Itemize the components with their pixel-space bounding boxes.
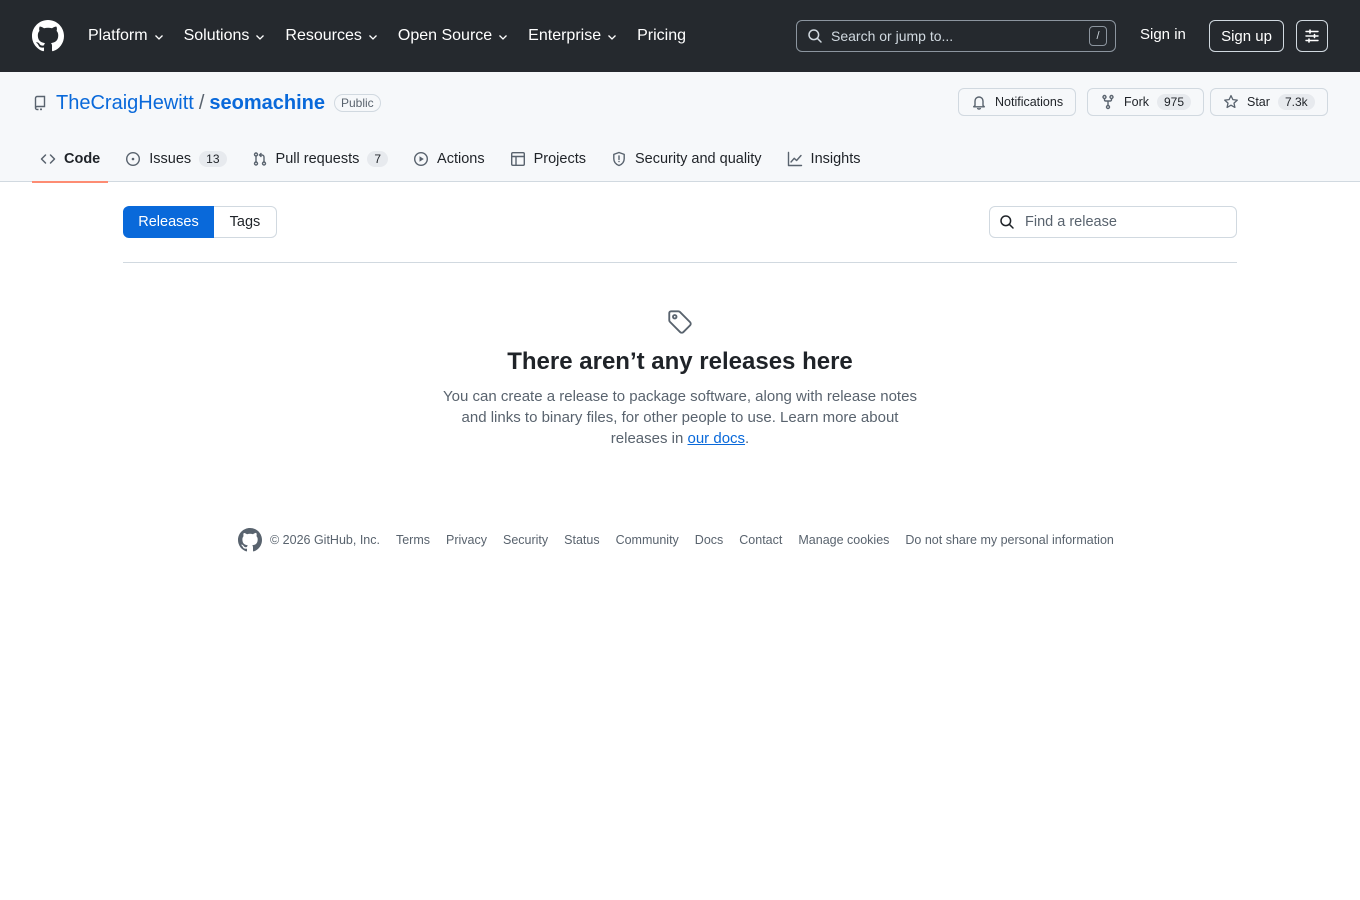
sign-in-link[interactable]: Sign in [1140,26,1186,43]
graph-icon [787,151,802,167]
nav-solutions[interactable]: Solutions [184,27,267,45]
tab-code-label: Code [64,151,101,167]
footer-link-manage-cookies[interactable]: Manage cookies [798,533,889,547]
blank-state: There aren’t any releases here You can c… [0,308,1360,449]
repo-tabs: Code Issues 13 Pull requests 7 Actions P… [32,136,878,183]
menu-button[interactable] [1296,20,1328,52]
nav-resources[interactable]: Resources [285,27,378,45]
pull-request-icon [253,152,266,166]
footer-link-security[interactable]: Security [503,533,548,547]
tags-tab-button[interactable]: Tags [214,206,277,238]
fork-icon [1102,94,1114,110]
blank-state-description: You can create a release to package soft… [440,386,920,449]
github-mark-icon[interactable] [238,528,262,552]
tab-issues-label: Issues [149,151,192,167]
blank-state-text: You can create a release to package soft… [443,388,917,447]
nav-platform[interactable]: Platform [88,27,165,45]
footer-link-terms[interactable]: Terms [396,533,430,547]
footer-link-docs[interactable]: Docs [695,533,723,547]
star-count: 7.3k [1277,94,1315,110]
chevron-down-icon [368,35,377,40]
tab-insights[interactable]: Insights [779,136,869,182]
code-icon [40,154,56,164]
footer: © 2026 GitHub, Inc. Terms Privacy Securi… [238,528,1130,552]
fork-button[interactable]: Fork 975 [1087,88,1205,116]
nav-enterprise[interactable]: Enterprise [528,27,618,45]
notifications-button[interactable]: Notifications [958,88,1077,116]
footer-link-do-not-share[interactable]: Do not share my personal information [905,533,1113,547]
top-nav: Platform Solutions Resources Open Source… [88,0,705,72]
divider [123,262,1237,263]
tab-actions-label: Actions [437,151,485,167]
table-icon [510,152,525,167]
find-release-input[interactable]: Find a release [989,206,1237,238]
fork-label: Fork [1124,95,1149,109]
chevron-down-icon [499,35,508,40]
shield-icon [613,151,625,167]
repo-owner-link[interactable]: TheCraigHewitt [56,92,194,115]
footer-link-status[interactable]: Status [564,533,599,547]
search-placeholder: Search or jump to... [831,28,954,44]
tab-projects[interactable]: Projects [502,136,594,182]
star-icon [1224,94,1238,109]
search-icon [1000,215,1014,229]
notifications-label: Notifications [995,95,1064,109]
tab-security-label: Security and quality [635,151,762,167]
blank-state-period: . [745,430,750,447]
docs-link[interactable]: our docs [688,430,746,447]
blank-state-title: There aren’t any releases here [507,348,853,375]
pull-requests-count: 7 [367,151,389,167]
chevron-down-icon [154,35,163,40]
tab-projects-label: Projects [533,151,586,167]
releases-tab-button[interactable]: Releases [123,206,214,238]
tab-pull-requests[interactable]: Pull requests 7 [244,136,397,182]
global-header: Platform Solutions Resources Open Source… [0,0,1360,72]
search-input[interactable]: Search or jump to... / [796,20,1116,52]
repo-name-link[interactable]: seomachine [209,92,325,115]
star-button[interactable]: Star 7.3k [1210,88,1328,116]
repo-icon [34,95,46,111]
tab-code[interactable]: Code [32,136,109,183]
footer-link-contact[interactable]: Contact [739,533,782,547]
footer-copyright: © 2026 GitHub, Inc. [270,533,380,547]
tab-issues[interactable]: Issues 13 [117,136,234,182]
github-logo-icon[interactable] [32,20,64,52]
nav-pricing[interactable]: Pricing [637,27,686,45]
repo-header: TheCraigHewitt / seomachine Public Notif… [0,72,1360,183]
footer-link-privacy[interactable]: Privacy [446,533,487,547]
chevron-down-icon [608,35,617,40]
nav-open-source[interactable]: Open Source [398,27,509,45]
releases-tags-toggle: Releases Tags [123,206,277,238]
play-icon [414,151,429,167]
tab-actions[interactable]: Actions [405,136,493,182]
issues-count: 13 [199,151,227,167]
tag-icon [668,310,692,334]
footer-link-community[interactable]: Community [616,533,679,547]
search-icon [808,29,822,43]
visibility-badge: Public [334,94,381,112]
bell-icon [973,96,985,110]
repo-title: TheCraigHewitt / seomachine Public [32,90,381,116]
tab-insights-label: Insights [810,151,861,167]
tab-security[interactable]: Security and quality [603,136,770,182]
repo-separator: / [198,91,205,114]
sign-up-button[interactable]: Sign up [1209,20,1284,52]
star-label: Star [1247,95,1270,109]
tab-pull-requests-label: Pull requests [275,151,360,167]
chevron-down-icon [256,35,265,40]
search-shortcut-key: / [1089,26,1107,46]
sliders-icon [1305,29,1319,43]
issue-icon [126,151,141,167]
fork-count: 975 [1157,94,1192,110]
find-release-placeholder: Find a release [1025,214,1117,230]
